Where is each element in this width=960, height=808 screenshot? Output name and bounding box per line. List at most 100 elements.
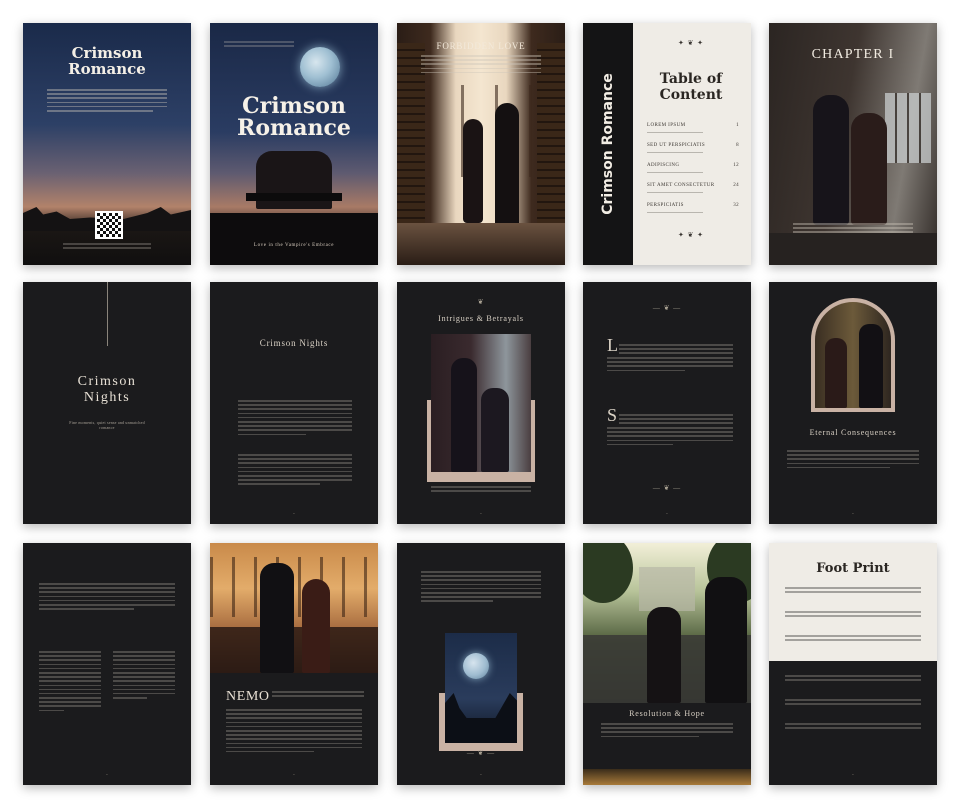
- page-number: •: [480, 511, 482, 516]
- body-text: [619, 414, 733, 427]
- figure: [451, 358, 477, 472]
- toc-entry-label: Lorem Ipsum: [647, 123, 686, 128]
- cover-title: Crimson Romance: [210, 95, 378, 139]
- dropcap-l: L: [607, 335, 618, 355]
- resolution-scene: [583, 543, 751, 703]
- body-text: [785, 675, 921, 683]
- toc-entry[interactable]: Adipiscing 12: [647, 163, 739, 183]
- moon-icon: [300, 47, 340, 87]
- nemo-intro: [272, 691, 364, 699]
- forbidden-love-page[interactable]: Forbidden Love: [397, 23, 565, 265]
- tree-silhouette: [445, 693, 517, 743]
- toc-title-line-1: Table of: [659, 71, 723, 87]
- woman-figure: [463, 119, 483, 223]
- window-grid: [210, 557, 378, 617]
- toc-entry-label: Adipiscing: [647, 163, 680, 168]
- dropcap-text-page[interactable]: — ❦ — L S — ❦ — •: [583, 282, 751, 524]
- tree-canopy-left: [583, 543, 633, 603]
- eternal-scene: [815, 302, 891, 408]
- title-line-1: Crimson: [71, 44, 143, 62]
- back-cover-blurb: [47, 89, 167, 114]
- body-text: [785, 723, 921, 731]
- floor: [397, 223, 565, 265]
- page-number: •: [293, 511, 295, 516]
- back-cover-credits: [63, 243, 151, 251]
- toc-entry-number: 1: [736, 123, 739, 128]
- body-text: [607, 357, 733, 374]
- chapter-one-page[interactable]: CHAPTER I: [769, 23, 937, 265]
- toc-entry-number: 12: [733, 163, 739, 168]
- toc-entry[interactable]: Sed ut perspiciatis 8: [647, 143, 739, 163]
- page-number: •: [852, 511, 854, 516]
- caption-text: [431, 486, 531, 494]
- body-text: [601, 723, 733, 740]
- intrigues-heading: Intrigues & Betrayals: [438, 314, 524, 323]
- eternal-heading: Eternal Consequences: [809, 428, 897, 437]
- toc-entry-label: Perspiciatis: [647, 203, 684, 208]
- figure: [859, 324, 883, 408]
- moon-icon: [463, 653, 489, 679]
- toc-entry[interactable]: Perspiciatis 32: [647, 203, 739, 223]
- toc-title-line-2: Content: [659, 87, 723, 103]
- body-text: [39, 583, 175, 612]
- woman-figure: [851, 113, 887, 225]
- toc-entry[interactable]: Sit amet consectetur 24: [647, 183, 739, 203]
- cover-title-line-1: Crimson: [242, 93, 346, 119]
- column-left: [39, 651, 101, 714]
- toc-entry-label: Sed ut perspiciatis: [647, 143, 706, 148]
- moon-image-page[interactable]: — ❦ — •: [397, 543, 565, 785]
- spine-title: Crimson Romance: [600, 73, 616, 215]
- body-text: [421, 571, 541, 605]
- forbidden-love-heading: Forbidden Love: [436, 41, 526, 51]
- cover-ground: [210, 213, 378, 265]
- cover-tagline: Love in the Vampire's Embrace: [253, 243, 335, 248]
- front-cover-page[interactable]: Crimson Romance Love in the Vampire's Em…: [210, 23, 378, 265]
- toc-title: Table of Content: [641, 71, 741, 103]
- toc-entry-number: 24: [733, 183, 739, 188]
- ornament-divider-icon: ✦ ❦ ✦: [677, 39, 705, 47]
- page-number: •: [666, 511, 668, 516]
- resolution-hope-page[interactable]: Resolution & Hope: [583, 543, 751, 785]
- table-of-contents-page[interactable]: Crimson Romance ✦ ❦ ✦ Table of Content L…: [583, 23, 751, 265]
- vertical-rule: [107, 282, 108, 346]
- body-text: [226, 709, 362, 755]
- body-text: [787, 450, 919, 471]
- body-text: [785, 699, 921, 707]
- resolution-heading: Resolution & Hope: [629, 709, 705, 718]
- page-number: •: [480, 772, 482, 777]
- moon-scene: [445, 633, 517, 743]
- nemo-page[interactable]: NEMO •: [210, 543, 378, 785]
- nemo-heading: NEMO: [226, 689, 270, 704]
- footprint-heading: Foot Print: [816, 561, 890, 576]
- eternal-consequences-page[interactable]: Eternal Consequences •: [769, 282, 937, 524]
- page-number: •: [293, 772, 295, 777]
- intrigues-betrayals-page[interactable]: ❦ Intrigues & Betrayals •: [397, 282, 565, 524]
- crimson-nights-text-page[interactable]: Crimson Nights •: [210, 282, 378, 524]
- page-number: •: [852, 772, 854, 777]
- text-columns-page[interactable]: •: [23, 543, 191, 785]
- chapter-heading: CHAPTER I: [811, 47, 895, 62]
- back-cover-page[interactable]: Crimson Romance: [23, 23, 191, 265]
- nemo-scene: [210, 543, 378, 673]
- toc-list: Lorem Ipsum 1 Sed ut perspiciatis 8 Adip…: [647, 123, 739, 223]
- cover-bench: [246, 193, 342, 201]
- crowd: [210, 627, 378, 673]
- ornament-divider-icon: ❦: [477, 298, 485, 306]
- toc-entry-number: 32: [733, 203, 739, 208]
- crimson-nights-title-page[interactable]: Crimson Nights Fine moments, quiet sense…: [23, 282, 191, 524]
- qr-code-icon: [95, 211, 123, 239]
- crimson-nights-title: Crimson Nights: [23, 374, 191, 406]
- woman-figure: [302, 579, 330, 673]
- forbidden-love-text: [421, 55, 541, 76]
- footprint-page[interactable]: Foot Print •: [769, 543, 937, 785]
- title-line-2: Nights: [83, 390, 131, 405]
- toc-entry-label: Sit amet consectetur: [647, 183, 715, 188]
- toc-entry-number: 8: [736, 143, 739, 148]
- title-line-1: Crimson: [77, 374, 137, 389]
- man-figure: [705, 577, 747, 703]
- toc-entry[interactable]: Lorem Ipsum 1: [647, 123, 739, 143]
- cover-top-text: [224, 41, 294, 49]
- man-figure: [495, 103, 519, 227]
- ornament-divider-icon: — ❦ —: [652, 304, 682, 312]
- chapter-intro-text: [793, 223, 913, 236]
